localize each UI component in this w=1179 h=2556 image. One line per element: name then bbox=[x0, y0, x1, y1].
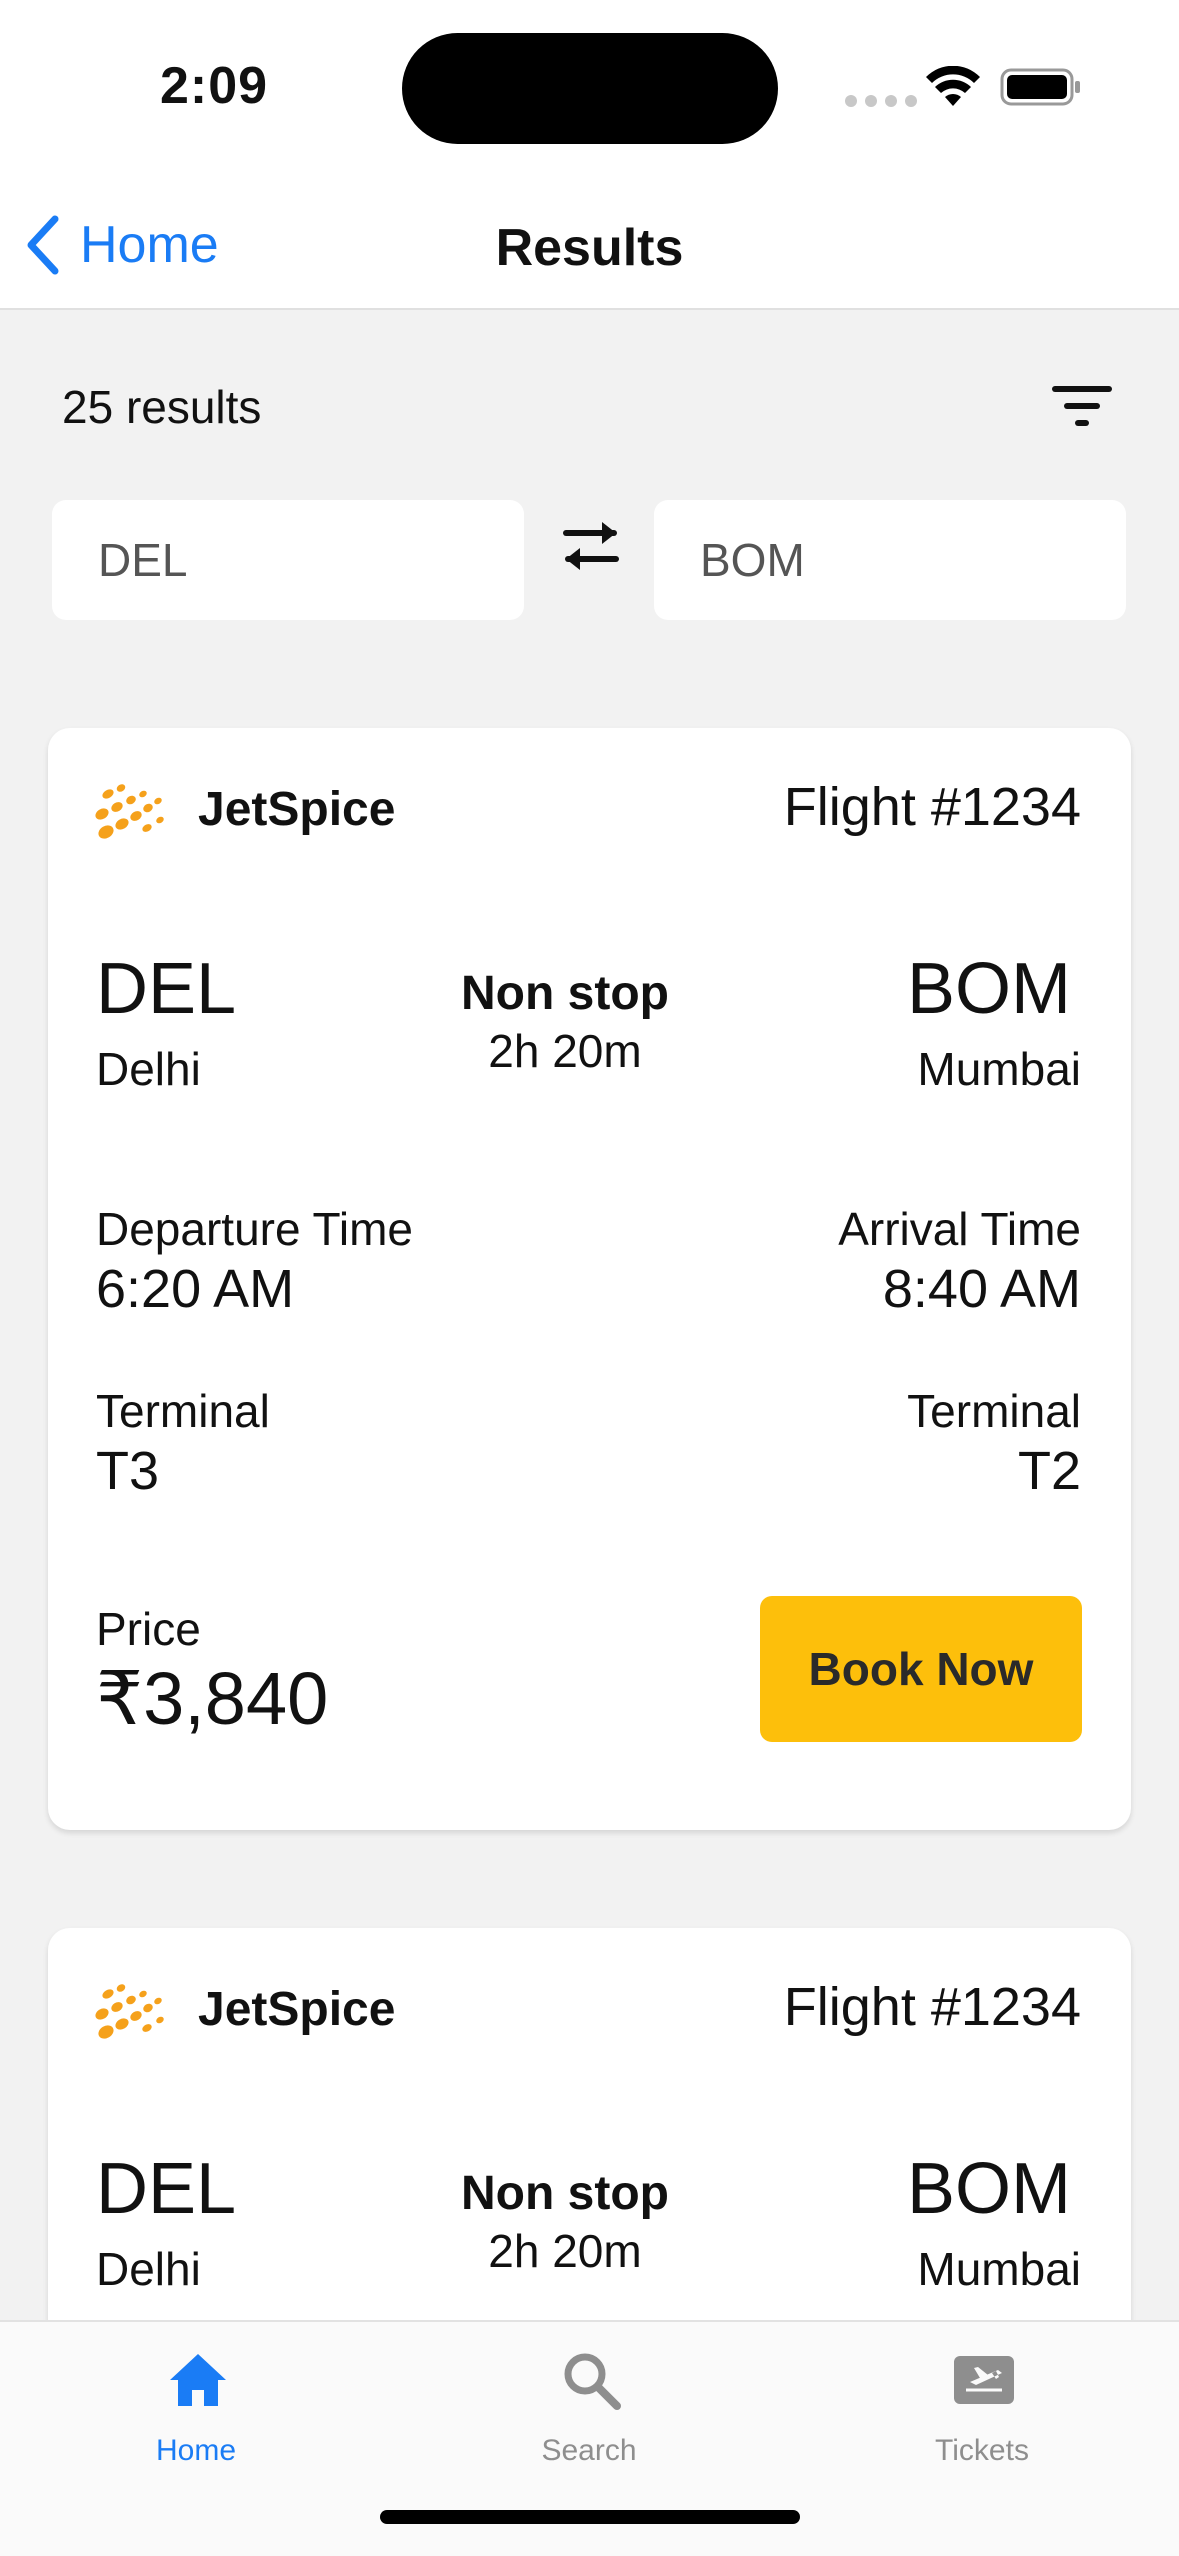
cellular-signal-icon bbox=[845, 95, 917, 107]
ticket-icon bbox=[954, 2356, 1014, 2404]
wifi-icon bbox=[926, 66, 980, 106]
page-title: Results bbox=[495, 219, 684, 277]
tab-tickets-label: Tickets bbox=[935, 2434, 1029, 2467]
dynamic-island bbox=[402, 33, 778, 144]
flight-number: Flight #1234 bbox=[783, 777, 1081, 837]
destination-code: BOM bbox=[906, 949, 1071, 1029]
tab-tickets[interactable]: Tickets bbox=[852, 2322, 1112, 2472]
swap-icon[interactable] bbox=[558, 518, 624, 574]
flight-number: Flight #1234 bbox=[783, 1977, 1081, 2037]
home-icon bbox=[170, 2354, 226, 2406]
flight-card: JetSpice Flight #1234 DEL Delhi Non stop… bbox=[48, 728, 1131, 1830]
airline-logo-icon bbox=[95, 784, 164, 839]
price-value: ₹3,840 bbox=[96, 1657, 329, 1740]
destination-code: BOM bbox=[906, 2149, 1071, 2229]
departure-time: 6:20 AM bbox=[96, 1259, 295, 1319]
airline-name: JetSpice bbox=[198, 783, 396, 836]
destination-city: Mumbai bbox=[917, 2243, 1081, 2295]
tab-home[interactable]: Home bbox=[66, 2322, 326, 2472]
search-icon bbox=[564, 2353, 621, 2410]
arrival-terminal-label: Terminal bbox=[907, 1385, 1081, 1437]
battery-icon bbox=[1000, 68, 1080, 106]
results-count: 25 results bbox=[62, 381, 262, 433]
arrival-time: 8:40 AM bbox=[882, 1259, 1081, 1319]
price-label: Price bbox=[96, 1603, 201, 1655]
destination-input[interactable] bbox=[654, 500, 1126, 620]
destination-city: Mumbai bbox=[917, 1043, 1081, 1095]
tab-home-label: Home bbox=[155, 2434, 237, 2467]
status-time: 2:09 bbox=[160, 57, 269, 115]
filter-icon[interactable] bbox=[1052, 384, 1112, 428]
departure-terminal-label: Terminal bbox=[96, 1385, 270, 1437]
arrival-time-label: Arrival Time bbox=[838, 1203, 1081, 1255]
departure-terminal: T3 bbox=[96, 1441, 160, 1501]
airline-logo-icon bbox=[95, 1984, 164, 2039]
tab-search[interactable]: Search bbox=[459, 2322, 719, 2472]
status-bar: 2:09 bbox=[0, 0, 1179, 170]
book-now-button[interactable]: Book Now bbox=[760, 1596, 1082, 1742]
tab-search-label: Search bbox=[541, 2434, 637, 2467]
origin-input[interactable] bbox=[52, 500, 524, 620]
arrival-terminal: T2 bbox=[1017, 1441, 1081, 1501]
airline-name: JetSpice bbox=[198, 1983, 396, 2036]
home-indicator bbox=[380, 2510, 800, 2524]
navigation-bar: Home Results bbox=[0, 170, 1179, 310]
departure-time-label: Departure Time bbox=[96, 1203, 414, 1255]
